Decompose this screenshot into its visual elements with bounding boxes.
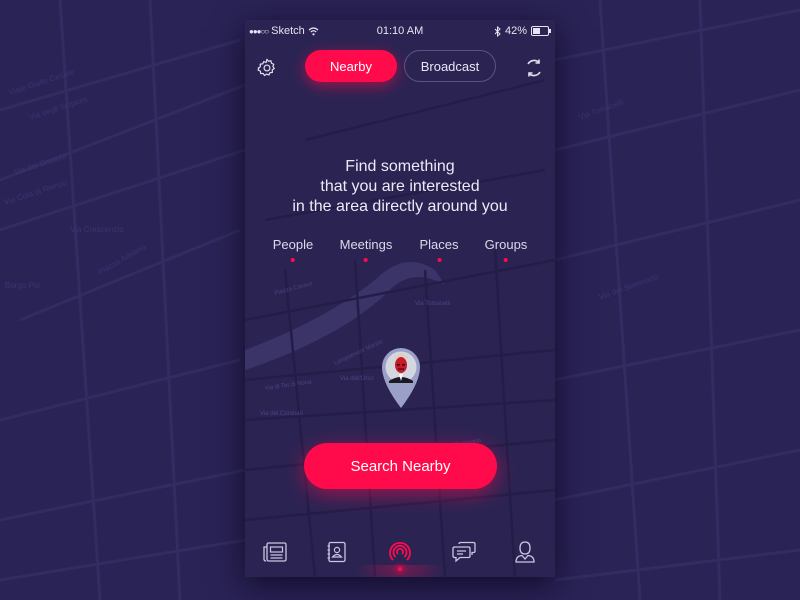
tab-profile[interactable]: [511, 538, 539, 566]
category-dot: [437, 258, 441, 262]
category-places[interactable]: Places: [419, 237, 459, 262]
category-label: People: [272, 237, 314, 252]
contacts-icon: [327, 541, 346, 563]
refresh-button[interactable]: [522, 56, 546, 80]
user-avatar-pin[interactable]: [381, 347, 421, 409]
search-nearby-button[interactable]: Search Nearby: [304, 443, 497, 489]
map-label: Via dei Coronari: [260, 411, 303, 417]
bottom-tab-bar: [245, 530, 555, 577]
tab-messages[interactable]: [450, 538, 478, 566]
map-label: Via dell'Orso: [340, 376, 374, 382]
tab-news[interactable]: [261, 538, 289, 566]
category-label: Places: [419, 237, 459, 252]
category-dot: [364, 258, 368, 262]
category-label: Groups: [484, 237, 528, 252]
map-label: Via Tomacelli: [415, 301, 450, 307]
category-people[interactable]: People: [273, 237, 313, 262]
headline-line: that you are interested: [320, 178, 480, 195]
gear-icon: [257, 58, 275, 77]
chat-icon: [452, 541, 476, 563]
refresh-icon: [527, 59, 541, 77]
category-dot: [503, 258, 508, 262]
category-label: Meetings: [339, 237, 393, 252]
broadcast-icon: [389, 541, 411, 561]
bluetooth-icon: [494, 25, 501, 37]
news-icon: [263, 542, 287, 562]
headline-line: Find something: [345, 158, 455, 175]
category-filters: People Meetings Places Groups: [245, 237, 555, 267]
map-label: Via Crescenzio: [70, 225, 124, 234]
status-bar: ●●●○○ Sketch 01:10 AM 42%: [245, 20, 555, 42]
phone-map: Piazza Cavour Via dell'Orso Lungotevere …: [245, 20, 555, 577]
battery-percent: 42%: [504, 25, 527, 37]
headline: Find something that you are interested i…: [245, 157, 555, 217]
category-meetings[interactable]: Meetings: [339, 237, 393, 262]
phone-screen: Piazza Cavour Via dell'Orso Lungotevere …: [245, 20, 555, 577]
map-label: Borgo Pio: [5, 281, 41, 290]
tab-contacts[interactable]: [323, 538, 351, 566]
profile-icon: [515, 541, 535, 563]
settings-button[interactable]: [255, 56, 279, 80]
tab-nearby[interactable]: Nearby: [305, 50, 397, 82]
battery-icon: [531, 26, 551, 36]
active-tab-indicator: [398, 567, 402, 571]
top-bar: Nearby Broadcast: [245, 50, 555, 84]
headline-line: in the area directly around you: [292, 198, 508, 215]
category-groups[interactable]: Groups: [484, 237, 528, 262]
tab-broadcast-nearby[interactable]: [386, 538, 414, 566]
tab-broadcast[interactable]: Broadcast: [404, 50, 496, 82]
category-dot: [290, 258, 295, 262]
